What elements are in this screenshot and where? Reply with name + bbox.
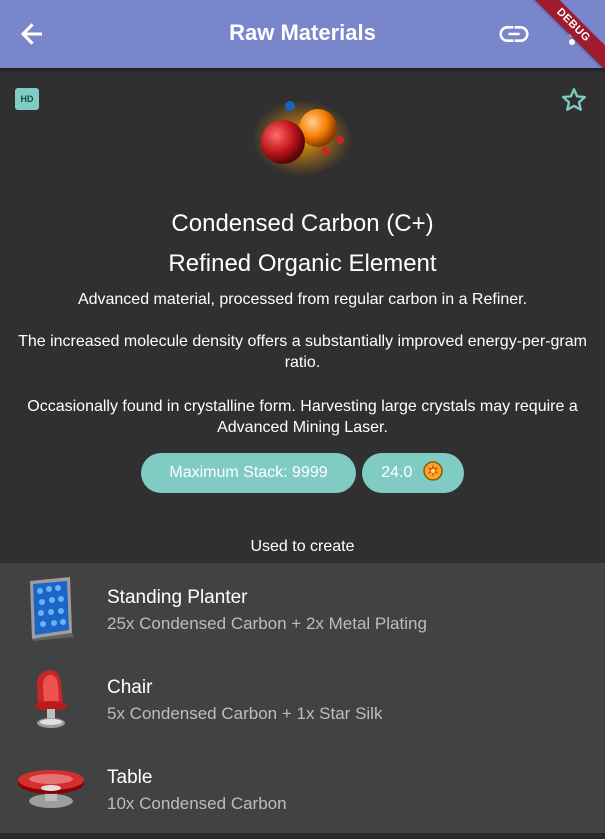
table-icon xyxy=(18,770,84,808)
item-description-2: The increased molecule density offers a … xyxy=(18,333,587,371)
item-description-1: Advanced material, processed from regula… xyxy=(77,291,528,308)
units-coin-icon xyxy=(423,461,443,482)
app-bar: Raw Materials xyxy=(0,0,605,68)
list-item-title: Standing Planter xyxy=(107,587,248,608)
list-item-title: Table xyxy=(107,767,153,788)
list-item-table[interactable]: Table 10x Condensed Carbon xyxy=(0,743,605,833)
used-to-create-title: Used to create xyxy=(250,538,355,555)
max-stack-label: Maximum Stack: 9999 xyxy=(169,464,328,481)
list-item-recipe: 25x Condensed Carbon + 2x Metal Plating xyxy=(107,614,427,633)
used-to-create-list: Standing Planter 25x Condensed Carbon + … xyxy=(0,563,605,833)
max-stack-chip: Maximum Stack: 9999 xyxy=(141,453,356,493)
star-outline-icon[interactable] xyxy=(560,86,588,114)
item-group: Refined Organic Element xyxy=(168,250,437,277)
chair-icon xyxy=(35,670,67,728)
link-icon[interactable] xyxy=(496,18,532,50)
more-vert-icon[interactable] xyxy=(560,18,584,50)
item-description-3: Occasionally found in crystalline form. … xyxy=(27,398,578,436)
value-label: 24.0 xyxy=(381,464,413,481)
hd-badge[interactable]: HD xyxy=(15,88,39,110)
standing-planter-icon xyxy=(30,577,74,641)
item-name: Condensed Carbon (C+) xyxy=(171,210,434,237)
list-item-standing-planter[interactable]: Standing Planter 25x Condensed Carbon + … xyxy=(0,563,605,653)
list-item-chair[interactable]: Chair 5x Condensed Carbon + 1x Star Silk xyxy=(0,653,605,743)
list-item-recipe: 5x Condensed Carbon + 1x Star Silk xyxy=(107,704,383,723)
list-item-title: Chair xyxy=(107,677,153,698)
value-chip: 24.0 xyxy=(362,453,464,493)
condensed-carbon-icon xyxy=(252,100,352,176)
list-item-recipe: 10x Condensed Carbon xyxy=(107,794,287,813)
list-footer xyxy=(0,833,605,839)
